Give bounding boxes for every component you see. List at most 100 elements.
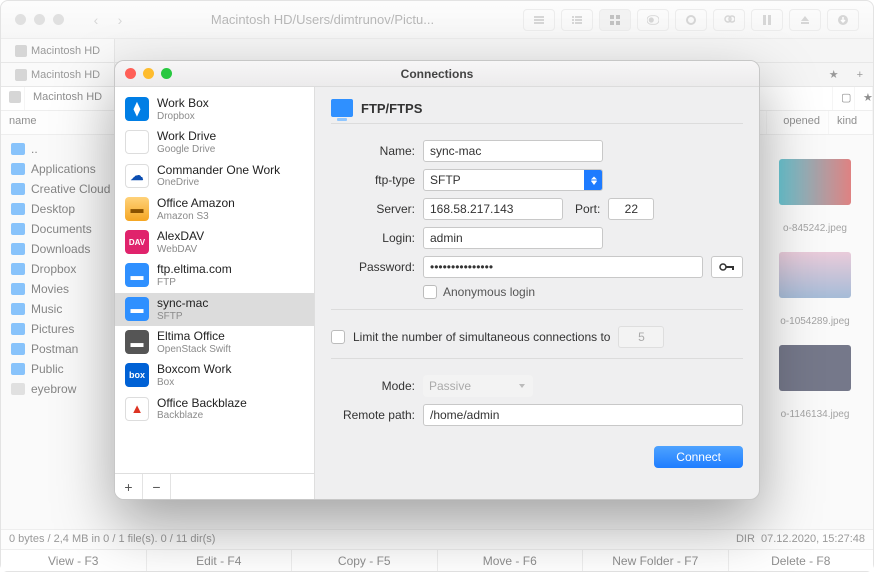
zoom-window-icon[interactable] xyxy=(53,14,64,25)
password-key-button[interactable] xyxy=(711,256,743,278)
name-field[interactable] xyxy=(423,140,603,162)
dialog-minimize-icon[interactable] xyxy=(143,68,154,79)
favorite-icon[interactable]: ★ xyxy=(821,63,847,86)
login-field[interactable] xyxy=(423,227,603,249)
folder-icon xyxy=(11,283,25,295)
file-thumbnail[interactable] xyxy=(779,159,851,205)
disk-icon xyxy=(15,69,27,81)
dialog-close-icon[interactable] xyxy=(125,68,136,79)
box-icon: box xyxy=(125,363,149,387)
connection-list-panel: ⧫Work BoxDropbox ▲Work DriveGoogle Drive… xyxy=(115,87,315,499)
function-bar: View - F3 Edit - F4 Copy - F5 Move - F6 … xyxy=(1,549,873,571)
password-label: Password: xyxy=(331,260,415,274)
amazon-s3-icon: ▬ xyxy=(125,197,149,221)
col-kind[interactable]: kind xyxy=(829,111,873,134)
name-label: Name: xyxy=(331,144,415,158)
ftp-icon xyxy=(331,99,353,117)
file-thumbnail[interactable] xyxy=(779,252,851,298)
folder-icon xyxy=(11,203,25,215)
fn-move[interactable]: Move - F6 xyxy=(438,550,584,571)
col-check[interactable]: ▢ xyxy=(833,87,855,110)
port-field[interactable] xyxy=(608,198,654,220)
status-bar: 0 bytes / 2,4 MB in 0 / 1 file(s). 0 / 1… xyxy=(1,529,873,549)
limit-field[interactable] xyxy=(618,326,664,348)
panels-icon[interactable] xyxy=(751,9,783,31)
fn-copy[interactable]: Copy - F5 xyxy=(292,550,438,571)
limit-checkbox[interactable] xyxy=(331,330,345,344)
key-icon xyxy=(719,262,735,272)
connection-item-gdrive[interactable]: ▲Work DriveGoogle Drive xyxy=(115,126,314,159)
dialog-zoom-icon[interactable] xyxy=(161,68,172,79)
view-list-icon[interactable] xyxy=(561,9,593,31)
folder-icon xyxy=(11,323,25,335)
tab-label: Macintosh HD xyxy=(31,45,100,57)
server-label: Server: xyxy=(331,202,415,216)
remote-path-label: Remote path: xyxy=(331,408,415,422)
fn-newfolder[interactable]: New Folder - F7 xyxy=(583,550,729,571)
left-tab-2[interactable]: Macintosh HD xyxy=(1,63,115,86)
download-icon[interactable] xyxy=(827,9,859,31)
titlebar: ‹ › Macintosh HD/Users/dimtrunov/Pictu..… xyxy=(1,1,873,39)
openstack-icon: ▬ xyxy=(125,330,149,354)
folder-icon xyxy=(11,163,25,175)
view-brief-icon[interactable] xyxy=(523,9,555,31)
connection-item-backblaze[interactable]: ▲Office BackblazeBackblaze xyxy=(115,393,314,426)
nav-arrows: ‹ › xyxy=(86,10,130,30)
view-thumb-icon[interactable] xyxy=(599,9,631,31)
thumbnail-grid: o-845242.jpeg o-1054289.jpeg o-1146134.j… xyxy=(765,135,865,420)
mode-select[interactable]: Passive xyxy=(423,375,533,397)
connection-item-dropbox[interactable]: ⧫Work BoxDropbox xyxy=(115,93,314,126)
server-field[interactable] xyxy=(423,198,563,220)
connection-form: FTP/FTPS Name: ftp-type SFTP xyxy=(315,87,759,499)
folder-icon xyxy=(11,183,25,195)
ftp-icon: ▬ xyxy=(125,297,149,321)
fn-edit[interactable]: Edit - F4 xyxy=(147,550,293,571)
col-icon xyxy=(1,87,25,110)
toggle-hidden-icon[interactable] xyxy=(637,9,669,31)
form-header: FTP/FTPS xyxy=(331,97,743,124)
connection-item-box[interactable]: boxBoxcom WorkBox xyxy=(115,359,314,392)
close-window-icon[interactable] xyxy=(15,14,26,25)
anonymous-checkbox[interactable] xyxy=(423,285,437,299)
limit-label: Limit the number of simultaneous connect… xyxy=(353,330,610,344)
left-tab[interactable]: Macintosh HD xyxy=(1,39,115,62)
forward-icon[interactable]: › xyxy=(110,10,130,30)
connection-item-webdav[interactable]: DAVAlexDAVWebDAV xyxy=(115,226,314,259)
connections-dialog: Connections ⧫Work BoxDropbox ▲Work Drive… xyxy=(114,60,760,500)
add-connection-button[interactable]: + xyxy=(115,474,143,500)
password-field[interactable] xyxy=(423,256,703,278)
eject-icon[interactable] xyxy=(789,9,821,31)
webdav-icon: DAV xyxy=(125,230,149,254)
remove-connection-button[interactable]: − xyxy=(143,474,171,500)
add-tab-button[interactable]: + xyxy=(847,63,873,86)
col-opened[interactable]: opened xyxy=(767,111,829,134)
folder-icon xyxy=(11,223,25,235)
ftp-type-select[interactable]: SFTP xyxy=(423,169,603,191)
connection-item-ftp[interactable]: ▬ftp.eltima.comFTP xyxy=(115,259,314,292)
folder-icon xyxy=(11,303,25,315)
connect-button[interactable]: Connect xyxy=(654,446,743,468)
connection-item-onedrive[interactable]: ☁Commander One WorkOneDrive xyxy=(115,160,314,193)
minimize-window-icon[interactable] xyxy=(34,14,45,25)
form-title: FTP/FTPS xyxy=(361,101,422,116)
file-thumbnail[interactable] xyxy=(779,345,851,391)
connection-item-sftp[interactable]: ▬sync-macSFTP xyxy=(115,293,314,326)
col-star[interactable]: ★ xyxy=(855,87,873,110)
list-footer: + − xyxy=(115,473,314,499)
folder-icon xyxy=(11,363,25,375)
connection-item-swift[interactable]: ▬Eltima OfficeOpenStack Swift xyxy=(115,326,314,359)
search-icon[interactable] xyxy=(713,9,745,31)
file-icon xyxy=(11,383,25,395)
back-icon[interactable]: ‹ xyxy=(86,10,106,30)
dropbox-icon: ⧫ xyxy=(125,97,149,121)
fn-delete[interactable]: Delete - F8 xyxy=(729,550,874,571)
status-right: DIR 07.12.2020, 15:27:48 xyxy=(728,530,873,549)
settings-icon[interactable] xyxy=(675,9,707,31)
folder-icon xyxy=(11,243,25,255)
connection-list[interactable]: ⧫Work BoxDropbox ▲Work DriveGoogle Drive… xyxy=(115,87,314,473)
fn-view[interactable]: View - F3 xyxy=(1,550,147,571)
remote-path-field[interactable] xyxy=(423,404,743,426)
ftp-type-label: ftp-type xyxy=(331,173,415,187)
ftp-icon: ▬ xyxy=(125,263,149,287)
connection-item-s3[interactable]: ▬Office AmazonAmazon S3 xyxy=(115,193,314,226)
